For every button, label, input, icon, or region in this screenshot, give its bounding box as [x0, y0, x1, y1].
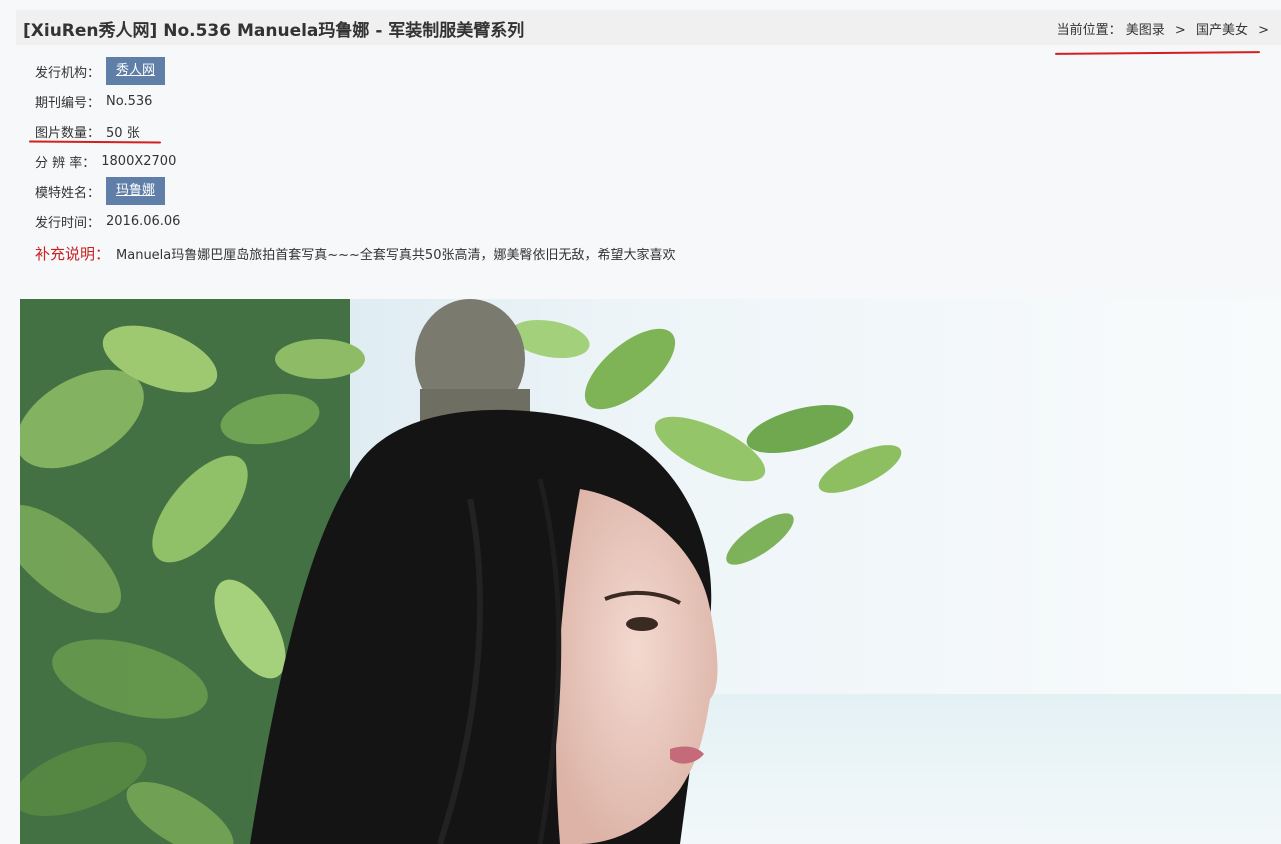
publisher-label: 发行机构： — [35, 65, 101, 81]
breadcrumb-link-home[interactable]: 美图录 — [1126, 23, 1165, 38]
info-row-note: 补充说明： Manuela玛鲁娜巴厘岛旅拍首套写真~~~全套写真共50张高清，娜… — [35, 236, 675, 270]
issue-label: 期刊编号： — [35, 95, 101, 111]
info-row-date: 发行时间： 2016.06.06 — [35, 206, 675, 236]
breadcrumb-separator: > — [1174, 23, 1186, 38]
title-bar: [XiuRen秀人网] No.536 Manuela玛鲁娜 - 军装制服美臂系列… — [16, 10, 1281, 45]
photo-illustration — [20, 299, 1281, 844]
breadcrumb: 当前位置： 美图录 > 国产美女 > — [1057, 19, 1275, 38]
model-tag[interactable]: 玛鲁娜 — [106, 177, 166, 205]
info-row-resolution: 分 辨 率： 1800X2700 — [35, 146, 675, 176]
breadcrumb-label: 当前位置： — [1056, 23, 1122, 38]
resolution-value: 1800X2700 — [101, 153, 177, 169]
issue-value: No.536 — [106, 93, 153, 109]
page-title: [XiuRen秀人网] No.536 Manuela玛鲁娜 - 军装制服美臂系列 — [23, 21, 525, 41]
breadcrumb-link-category[interactable]: 国产美女 — [1196, 23, 1248, 38]
breadcrumb-separator: > — [1258, 23, 1269, 38]
count-value: 50 张 — [106, 125, 140, 141]
note-value: Manuela玛鲁娜巴厘岛旅拍首套写真~~~全套写真共50张高清，娜美臀依旧无敌… — [116, 247, 676, 263]
note-label: 补充说明： — [35, 244, 111, 263]
publisher-tag[interactable]: 秀人网 — [106, 57, 166, 85]
count-label: 图片数量： — [35, 125, 101, 141]
date-label: 发行时间： — [35, 215, 101, 231]
info-panel: 发行机构： 秀人网 期刊编号： No.536 图片数量： 50 张 分 辨 率：… — [35, 56, 675, 270]
info-row-model: 模特姓名： 玛鲁娜 — [35, 176, 675, 206]
resolution-label: 分 辨 率： — [35, 155, 96, 171]
gallery-photo[interactable] — [20, 299, 1281, 844]
annotation-underline-breadcrumb — [1054, 51, 1261, 55]
info-row-issue: 期刊编号： No.536 — [35, 86, 675, 116]
info-row-publisher: 发行机构： 秀人网 — [35, 56, 675, 86]
model-label: 模特姓名： — [35, 185, 101, 201]
date-value: 2016.06.06 — [106, 213, 181, 229]
